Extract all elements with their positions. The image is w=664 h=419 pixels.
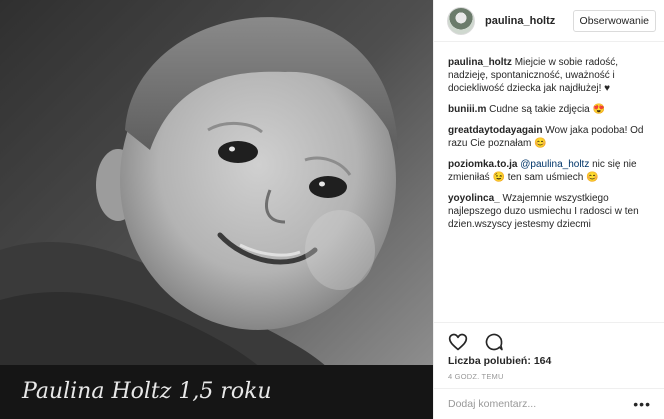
add-comment-input[interactable] xyxy=(448,398,634,410)
baby-photo-image: Paulina Holtz 1,5 roku xyxy=(0,0,433,419)
comment-mention[interactable]: @paulina_holtz xyxy=(520,159,589,170)
comment-item: buniii.m Cudne są takie zdjęcia 😍 xyxy=(448,103,654,116)
comment-user[interactable]: paulina_holtz xyxy=(448,57,512,68)
post-header: paulina_holtz Obserwowanie xyxy=(434,0,664,42)
comment-user[interactable]: yoyolinca_ xyxy=(448,193,500,204)
comment-user[interactable]: buniii.m xyxy=(448,104,486,115)
comment-item: poziomka.to.ja @paulina_holtz nic się ni… xyxy=(448,158,654,184)
likes-label: Liczba polubień: xyxy=(448,355,531,367)
comment-item: paulina_holtz Miejcie w sobie radość, na… xyxy=(448,56,654,95)
handwritten-caption: Paulina Holtz 1,5 roku xyxy=(21,379,272,404)
follow-button[interactable]: Obserwowanie xyxy=(572,9,656,32)
comment-user[interactable]: poziomka.to.ja xyxy=(448,159,517,170)
likes-number: 164 xyxy=(533,355,552,367)
comment-icon[interactable] xyxy=(484,332,504,352)
header-username[interactable]: paulina_holtz xyxy=(485,15,573,27)
avatar[interactable] xyxy=(447,6,475,35)
comment-text: Cudne są takie zdjęcia 😍 xyxy=(489,104,605,115)
post-photo: Paulina Holtz 1,5 roku xyxy=(0,0,433,419)
comment-item: yoyolinca_ Wzajemnie wszystkiego najleps… xyxy=(448,192,654,231)
post-timestamp[interactable]: 4 GODZ. TEMU xyxy=(448,372,651,381)
likes-count[interactable]: Liczba polubień: 164 xyxy=(448,355,651,367)
comments-list: paulina_holtz Miejcie w sobie radość, na… xyxy=(434,42,664,231)
more-options-icon[interactable]: ••• xyxy=(633,396,651,412)
post-side-panel: paulina_holtz Obserwowanie paulina_holtz… xyxy=(433,0,664,419)
comment-user[interactable]: greatdaytodayagain xyxy=(448,125,542,136)
comment-item: greatdaytodayagain Wow jaka podoba! Od r… xyxy=(448,124,654,150)
add-comment-bar: ••• xyxy=(434,388,664,419)
action-icons xyxy=(448,323,651,353)
heart-icon[interactable] xyxy=(448,332,468,352)
post-actions: Liczba polubień: 164 4 GODZ. TEMU xyxy=(434,322,664,381)
